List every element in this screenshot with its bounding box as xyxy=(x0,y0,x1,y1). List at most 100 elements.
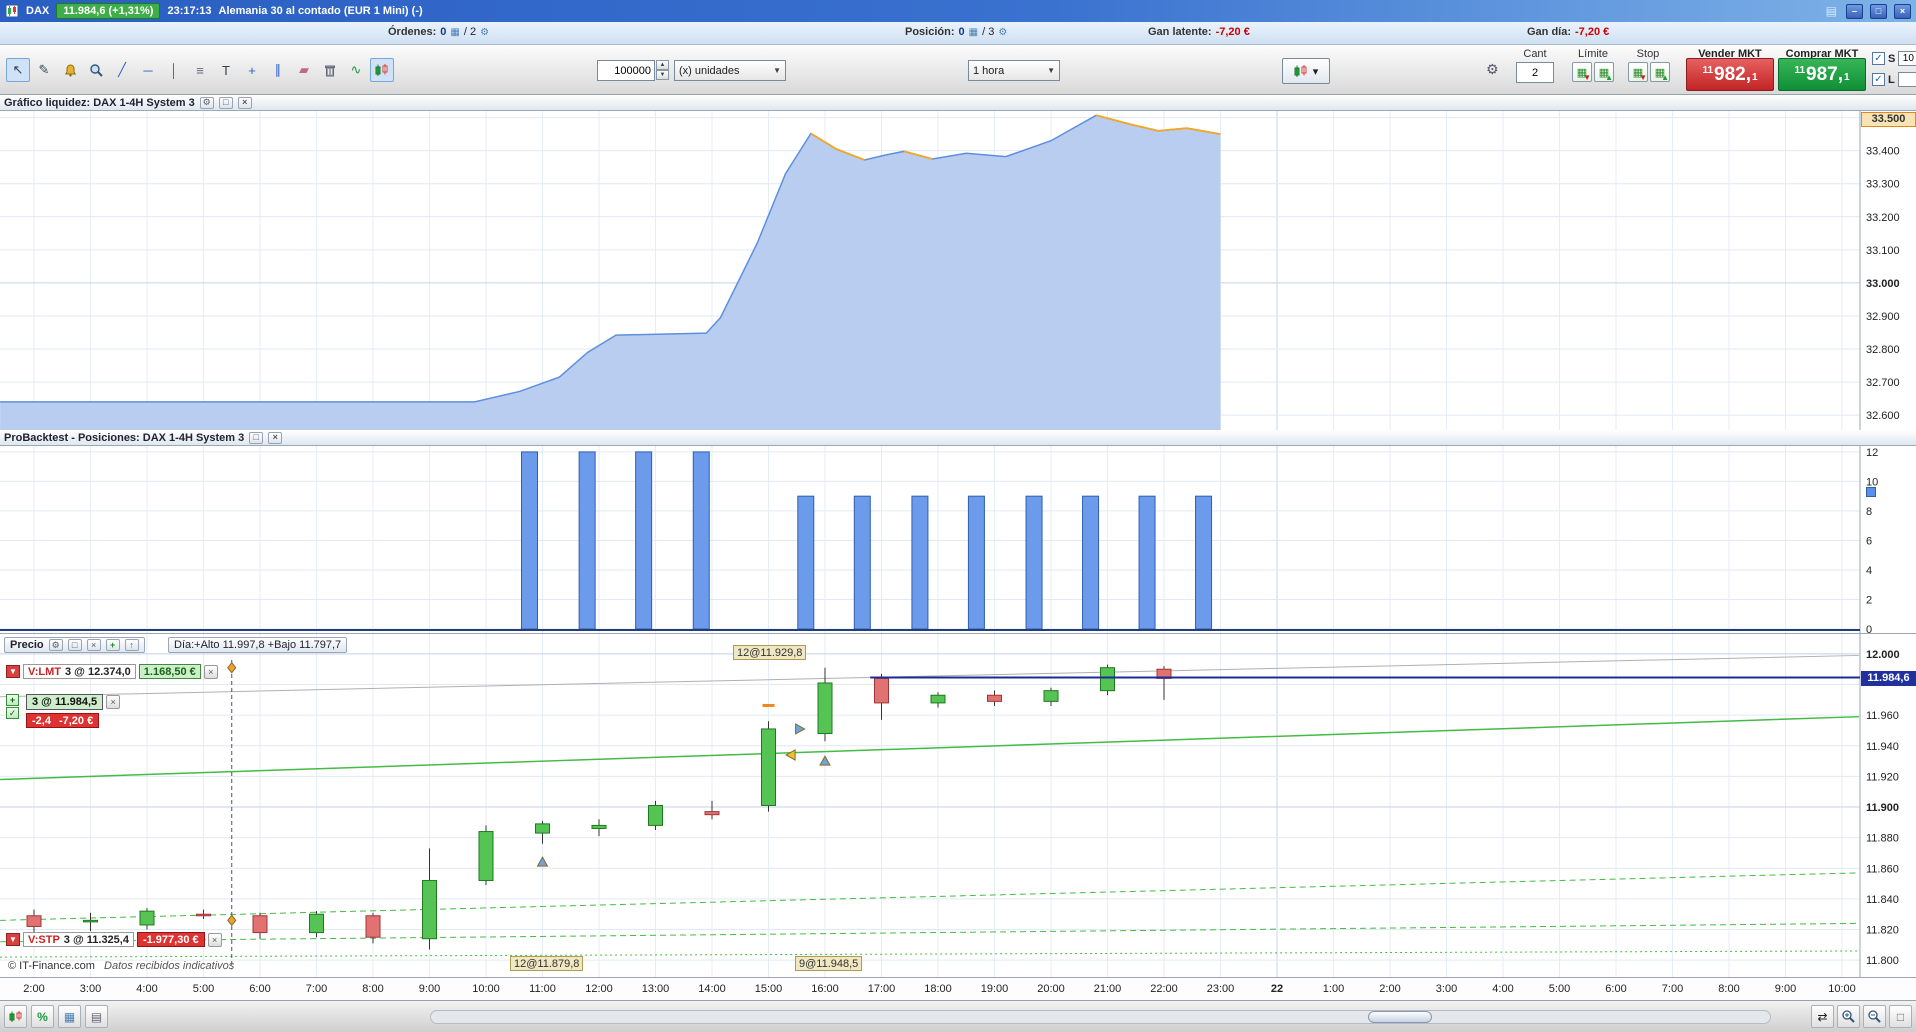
close-button[interactable]: × xyxy=(1894,3,1911,19)
trend-line[interactable] xyxy=(0,715,1859,781)
cancel-stop-order-button[interactable]: × xyxy=(207,932,222,947)
sell-market-button[interactable]: 11 982, 1 xyxy=(1686,58,1774,91)
x-tick-label: 12:00 xyxy=(585,983,613,995)
limit-checkbox[interactable]: ✓ xyxy=(1872,73,1885,86)
eraser-tool-button[interactable]: ▰ xyxy=(292,58,316,82)
fit-chart-icon[interactable]: □ xyxy=(1889,1005,1912,1028)
select-cursor-button[interactable]: ↖ xyxy=(6,58,30,82)
stop-distance-input[interactable] xyxy=(1898,51,1916,66)
limit-distance-input[interactable] xyxy=(1897,72,1916,87)
limit-order-pnl: 1.168,50 € xyxy=(138,664,201,679)
y-tick-label: 33.400 xyxy=(1866,146,1900,158)
y-tick-label: 12 xyxy=(1866,447,1878,459)
zoom-tool-button[interactable] xyxy=(84,58,108,82)
add-indicator-button[interactable]: + xyxy=(105,639,120,651)
horizontal-scrollbar[interactable] xyxy=(430,1010,1771,1024)
indicator-tool-button[interactable]: ∿ xyxy=(344,58,368,82)
panel-window-icon[interactable]: □ xyxy=(249,431,264,444)
x-tick-label: 22:00 xyxy=(1150,983,1178,995)
table-view-icon[interactable]: ▦ xyxy=(58,1005,81,1028)
symbol-label[interactable]: DAX xyxy=(26,5,49,17)
percent-scale-icon[interactable]: % xyxy=(31,1005,54,1028)
price-candlestick-chart[interactable]: 12.000 11.960 11.940 11.920 11.900 11.880 11.8… xyxy=(0,634,1916,977)
y-tick-label: 33.300 xyxy=(1866,179,1900,191)
orders-settings-icon[interactable]: ⚙ xyxy=(480,27,489,38)
minimize-button[interactable]: – xyxy=(1846,3,1863,19)
panel-close-icon[interactable]: × xyxy=(268,431,283,444)
pan-chart-icon[interactable]: ⇄ xyxy=(1811,1005,1834,1028)
panel-close-icon[interactable]: × xyxy=(237,96,252,109)
axis-scroll-marker[interactable] xyxy=(1866,487,1876,497)
position-icon[interactable]: ▦ xyxy=(969,27,978,38)
units-select[interactable]: (x) unidades ▼ xyxy=(674,60,786,81)
candle-body xyxy=(83,919,98,923)
candle-body xyxy=(817,682,833,735)
trend-line[interactable] xyxy=(0,654,1859,698)
stop-checkbox[interactable]: ✓ xyxy=(1872,52,1885,65)
trend-line[interactable] xyxy=(0,950,1859,958)
timeframe-select[interactable]: 1 hora ▼ xyxy=(968,60,1060,81)
cancel-limit-order-button[interactable]: × xyxy=(203,664,218,679)
sell-limit-button[interactable]: ▦ ▼ xyxy=(1572,62,1592,82)
panel-close-icon[interactable]: × xyxy=(86,639,101,651)
sell-stop-button[interactable]: ▦ ▼ xyxy=(1628,62,1648,82)
close-position-button[interactable]: × xyxy=(106,695,121,709)
trend-line[interactable] xyxy=(0,922,1859,943)
panel-window-icon[interactable]: □ xyxy=(218,96,233,109)
position-tag[interactable]: 3 @ 11.984,5 xyxy=(26,694,104,710)
x-tick-label: 15:00 xyxy=(754,983,783,995)
chart-style-select[interactable]: ▾ xyxy=(1282,58,1330,84)
list-view-icon[interactable]: ▤ xyxy=(85,1005,108,1028)
liquidity-chart[interactable]: 33.500 33.400 33.300 33.200 33.100 33.000 32.9… xyxy=(0,111,1916,430)
candlestick-mode-icon[interactable] xyxy=(4,1005,27,1028)
keyboard-icon[interactable]: ▤ xyxy=(1826,4,1837,18)
panel-window-icon[interactable]: □ xyxy=(67,639,82,651)
stepper-down-icon[interactable]: ▼ xyxy=(656,70,669,80)
current-price-badge: 11.984,6 xyxy=(1861,671,1916,686)
text-tool-button[interactable]: T xyxy=(214,58,238,82)
position-reduce-button[interactable]: ✓ xyxy=(6,707,19,719)
zoom-in-icon[interactable] xyxy=(1837,1005,1860,1028)
trendline-tool-button[interactable]: ╱ xyxy=(110,58,134,82)
liquidity-area xyxy=(0,115,1221,430)
orders-icon[interactable]: ▦ xyxy=(450,27,459,38)
sell-price-prefix: 11 xyxy=(1702,65,1714,76)
buy-stop-button[interactable]: ▦ ▲ xyxy=(1650,62,1670,82)
time-axis: 2:00 3:00 4:00 5:00 6:00 7:00 8:00 9:00 10:00 11:… xyxy=(0,977,1916,1000)
stepper-up-icon[interactable]: ▲ xyxy=(656,60,669,70)
pencil-tool-button[interactable]: ✎ xyxy=(32,58,56,82)
alarm-bell-button[interactable] xyxy=(58,58,82,82)
levels-tool-button[interactable]: ≡ xyxy=(188,58,212,82)
panel-settings-icon[interactable]: ⚙ xyxy=(48,639,63,651)
position-bar xyxy=(635,451,653,630)
buy-market-button[interactable]: 11 987, 1 xyxy=(1778,58,1866,91)
position-settings-icon[interactable]: ⚙ xyxy=(998,27,1007,38)
scrollbar-thumb[interactable] xyxy=(1368,1011,1433,1023)
buy-limit-button[interactable]: ▦ ▲ xyxy=(1594,62,1614,82)
zoom-out-icon[interactable] xyxy=(1863,1005,1886,1028)
position-add-button[interactable]: + xyxy=(6,694,19,706)
quantity-label: Cant xyxy=(1523,48,1547,60)
quantity-input[interactable] xyxy=(597,60,655,81)
limit-order-box[interactable]: V:LMT 3 @ 12.374,0 xyxy=(23,664,136,679)
quantity-stepper[interactable]: ▲ ▼ xyxy=(656,60,669,80)
parallel-channel-tool-button[interactable]: ∥ xyxy=(266,58,290,82)
position-bar xyxy=(521,451,539,630)
positions-bar-chart[interactable]: 121086420 xyxy=(0,446,1916,634)
candlestick-view-button[interactable] xyxy=(370,58,394,82)
maximize-button[interactable]: □ xyxy=(1870,3,1887,19)
expand-panel-button[interactable]: ↑ xyxy=(124,639,139,651)
crosshair-tool-button[interactable]: + xyxy=(240,58,264,82)
order-quantity-input[interactable] xyxy=(1516,62,1554,83)
order-settings-icon[interactable]: ⚙ xyxy=(1486,61,1499,78)
panel-settings-icon[interactable]: ⚙ xyxy=(199,96,214,109)
vertical-line-tool-button[interactable]: │ xyxy=(162,58,186,82)
sell-order-icon[interactable]: ▼ xyxy=(6,933,20,946)
stop-order-box[interactable]: V:STP 3 @ 11.325,4 xyxy=(23,932,134,947)
price-panel-header: Precio ⚙ □ × + ↑ xyxy=(4,637,145,653)
horizontal-line-tool-button[interactable]: ─ xyxy=(136,58,160,82)
trash-button[interactable] xyxy=(318,58,342,82)
trend-line[interactable] xyxy=(0,872,1859,921)
sell-order-icon[interactable]: ▼ xyxy=(6,665,20,678)
candle-body xyxy=(1100,667,1115,692)
